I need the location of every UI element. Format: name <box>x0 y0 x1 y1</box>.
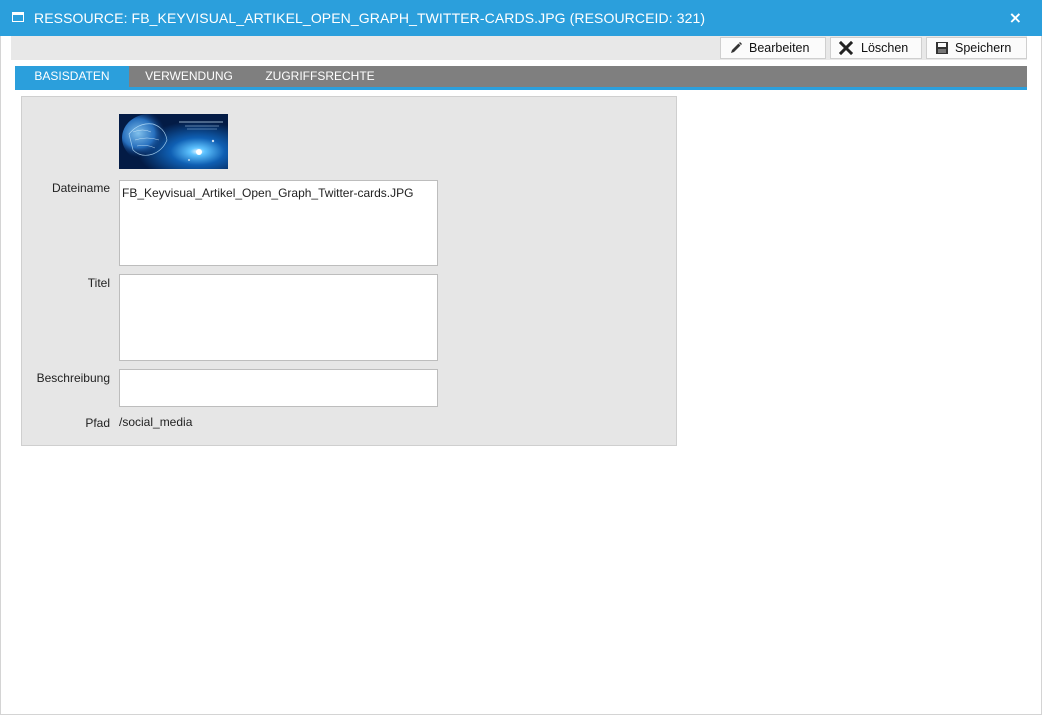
delete-button[interactable]: Löschen <box>830 37 922 59</box>
title-bar: RESSOURCE: FB_KEYVISUAL_ARTIKEL_OPEN_GRA… <box>0 0 1042 36</box>
save-button-label: Speichern <box>955 41 1012 55</box>
floppy-disk-icon <box>936 42 948 54</box>
window-icon <box>12 12 24 22</box>
toolbar: Bearbeiten Löschen Speichern <box>11 36 1027 60</box>
filename-label: Dateiname <box>51 181 110 195</box>
title-field[interactable] <box>119 274 438 361</box>
description-label: Beschreibung <box>36 371 110 385</box>
filename-field[interactable]: FB_Keyvisual_Artikel_Open_Graph_Twitter-… <box>119 180 438 266</box>
x-icon <box>839 41 853 55</box>
tab-basisdaten[interactable]: BASISDATEN <box>15 66 129 87</box>
image-thumbnail <box>119 114 228 169</box>
basisdaten-panel: Dateiname FB_Keyvisual_Artikel_Open_Grap… <box>21 96 677 446</box>
tab-zugriffsrechte[interactable]: ZUGRIFFSRECHTE <box>249 66 391 87</box>
edit-button-label: Bearbeiten <box>749 41 810 55</box>
delete-button-label: Löschen <box>861 41 909 55</box>
tab-bar: BASISDATEN VERWENDUNG ZUGRIFFSRECHTE <box>15 66 1027 90</box>
path-value: /social_media <box>119 415 193 429</box>
path-label: Pfad <box>85 416 110 430</box>
description-field[interactable] <box>119 369 438 407</box>
pencil-icon <box>731 42 742 53</box>
save-button[interactable]: Speichern <box>926 37 1027 59</box>
window-title: RESSOURCE: FB_KEYVISUAL_ARTIKEL_OPEN_GRA… <box>34 10 706 26</box>
close-icon[interactable]: × <box>1009 8 1022 27</box>
title-label: Titel <box>87 276 110 290</box>
tab-verwendung[interactable]: VERWENDUNG <box>129 66 249 87</box>
edit-button[interactable]: Bearbeiten <box>720 37 826 59</box>
